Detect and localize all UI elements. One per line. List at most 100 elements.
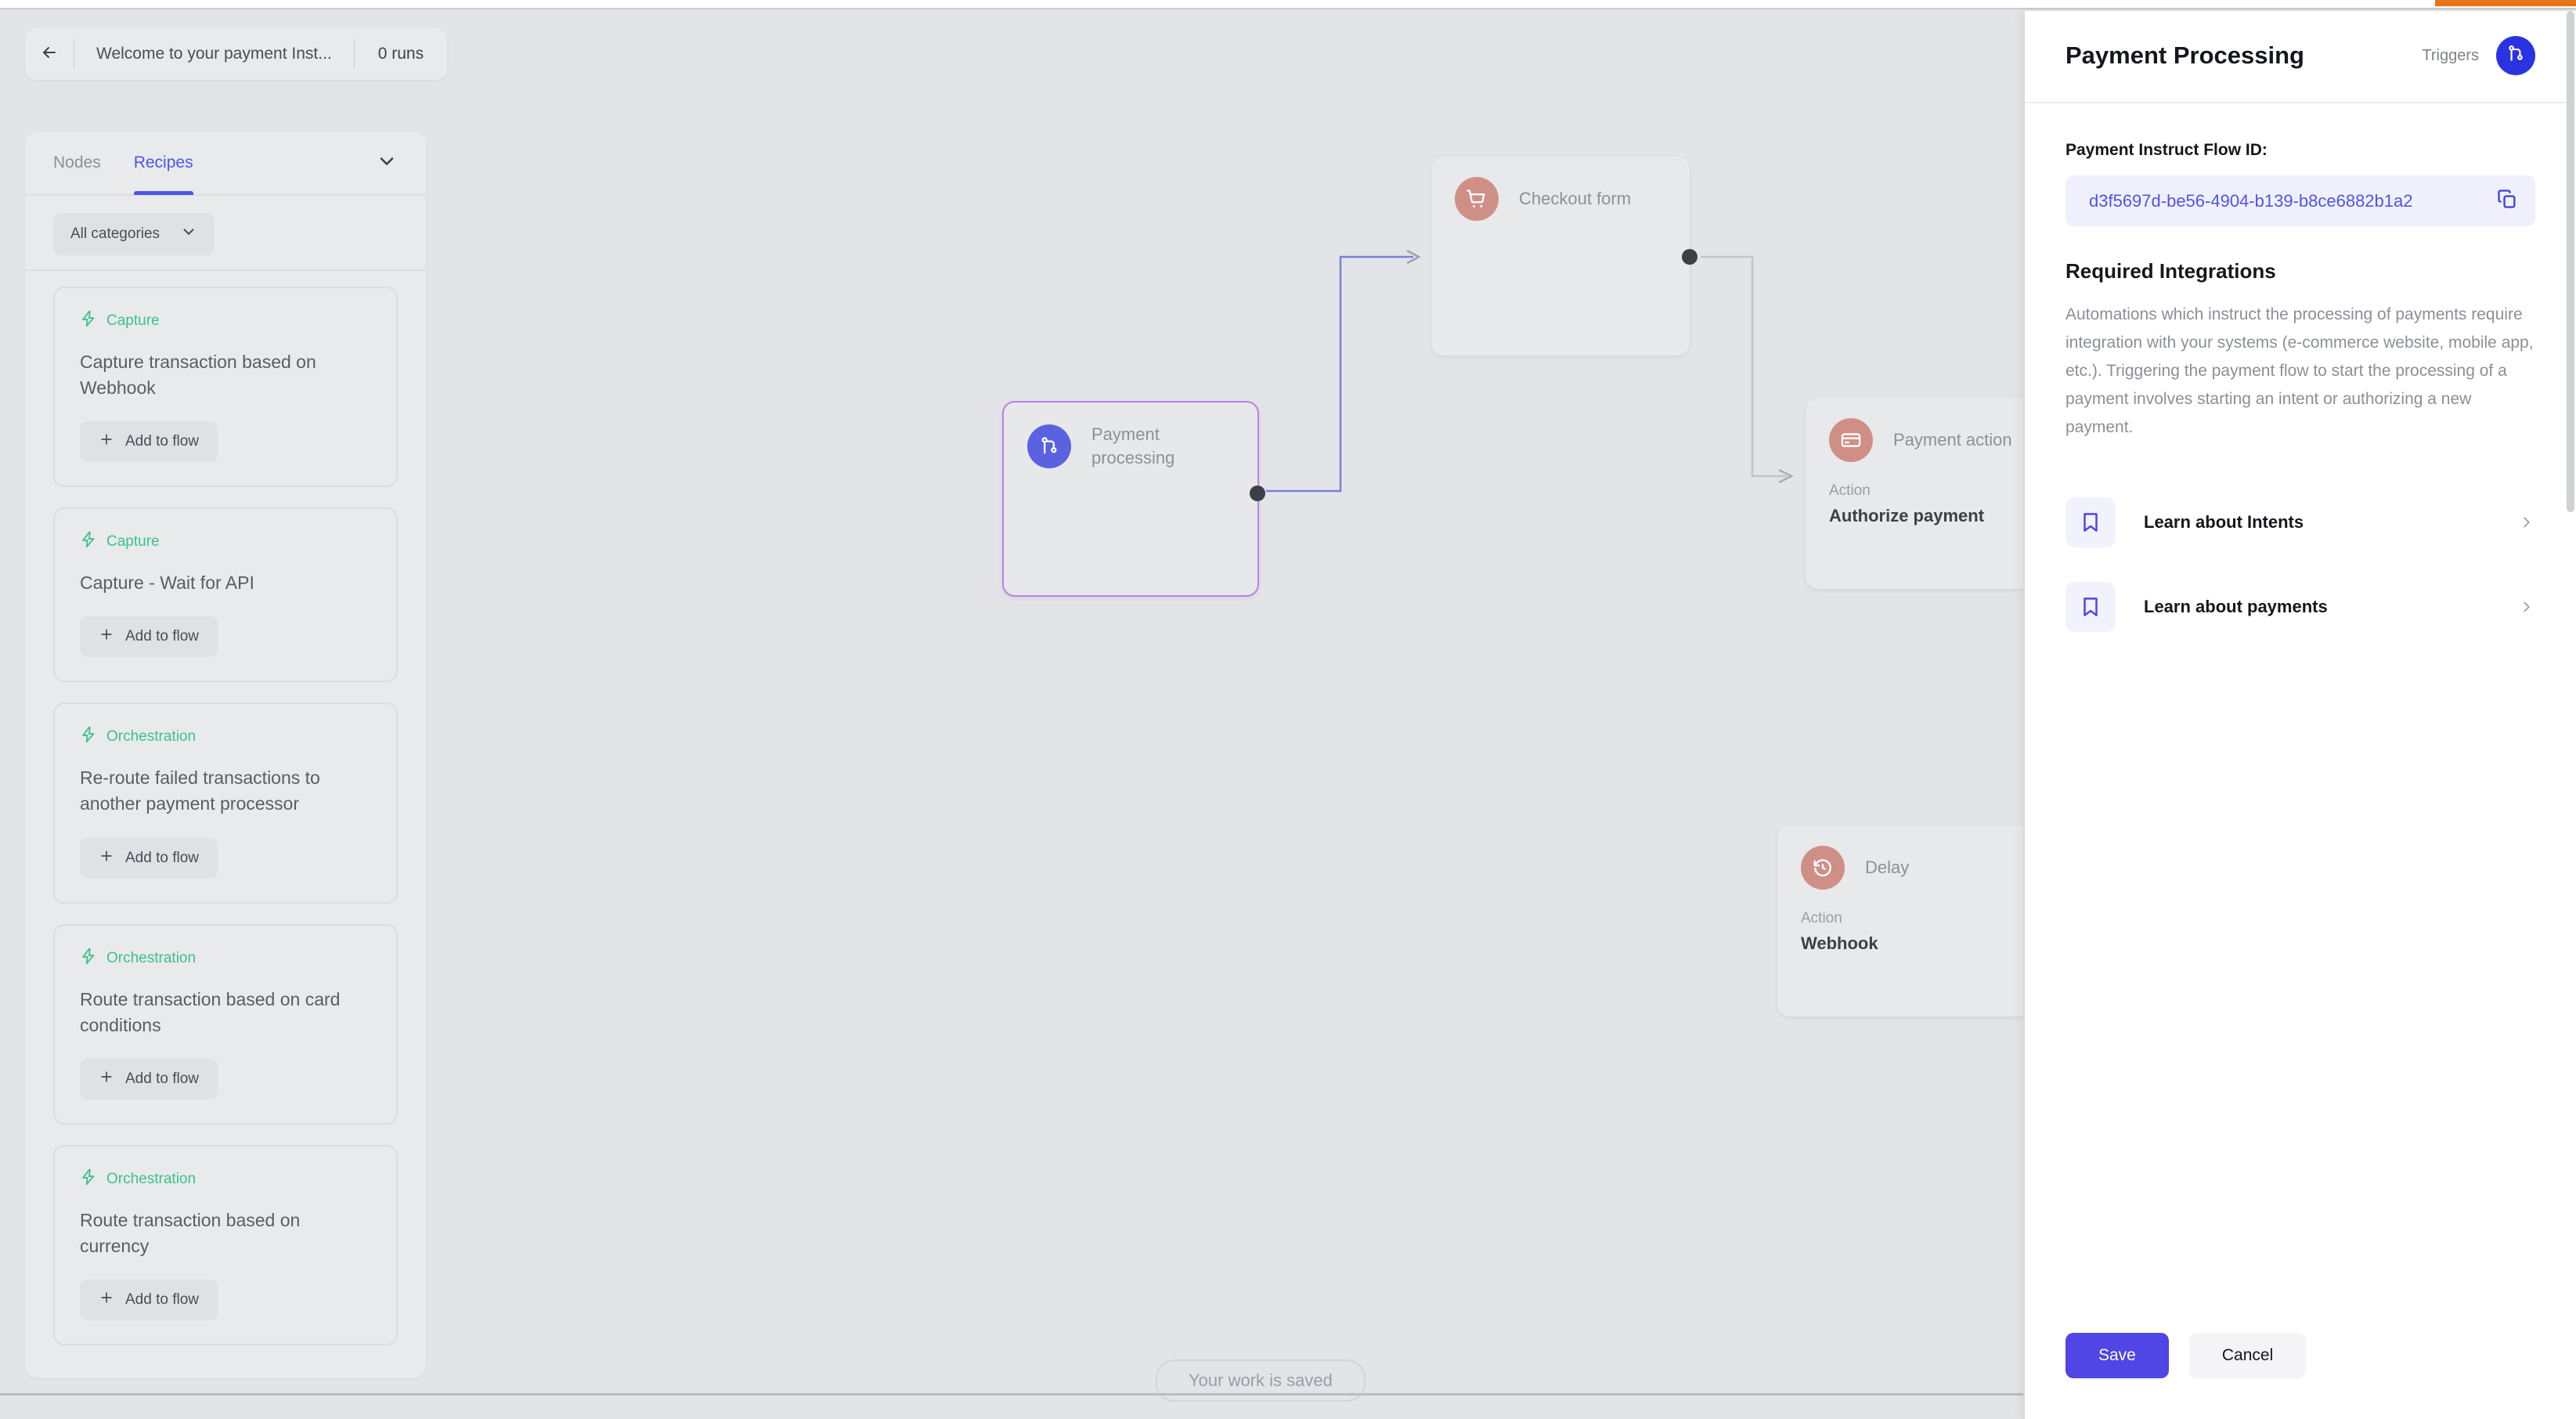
add-to-flow-button[interactable]: Add to flow bbox=[80, 837, 218, 879]
tab-nodes[interactable]: Nodes bbox=[53, 132, 101, 195]
recipe-title: Route transaction based on currency bbox=[80, 1209, 301, 1256]
plus-icon bbox=[99, 1069, 114, 1089]
app-root: Checkout form Payment processing Payment… bbox=[0, 0, 2576, 1419]
node-header: Delay bbox=[1777, 825, 2036, 890]
list-item[interactable]: Capture Capture transaction based on Web… bbox=[53, 287, 398, 488]
triggers-label[interactable]: Triggers bbox=[2422, 47, 2479, 65]
recipe-category: Orchestration bbox=[80, 1168, 371, 1190]
flow-id-field[interactable]: d3f5697d-be56-4904-b139-b8ce6882b1a2 bbox=[2065, 175, 2535, 226]
recipe-title: Capture transaction based on Webhook bbox=[80, 352, 316, 399]
flow-runs-count[interactable]: 0 runs bbox=[355, 28, 447, 80]
add-to-flow-button[interactable]: Add to flow bbox=[80, 1279, 218, 1320]
list-item[interactable]: Orchestration Re-route failed transactio… bbox=[53, 702, 398, 904]
node-delay[interactable]: Delay Action Webhook bbox=[1777, 825, 2036, 1016]
bookmark-icon bbox=[2065, 496, 2116, 547]
chevron-down-icon bbox=[376, 150, 398, 176]
flow-id-label: Payment Instruct Flow ID: bbox=[2065, 141, 2268, 159]
lightning-bolt-icon bbox=[80, 726, 97, 748]
category-filter-row: All categories bbox=[25, 196, 426, 269]
collapse-panel-button[interactable] bbox=[376, 150, 398, 176]
section-title: Required Integrations bbox=[2065, 259, 2276, 283]
recipe-category: Orchestration bbox=[80, 726, 371, 748]
side-panel-footer: Save Cancel bbox=[2025, 1333, 2576, 1419]
add-to-flow-label: Add to flow bbox=[125, 628, 199, 645]
lightning-bolt-icon bbox=[80, 531, 97, 553]
learn-item-label: Learn about payments bbox=[2144, 596, 2328, 616]
plus-icon bbox=[99, 626, 114, 647]
add-to-flow-label: Add to flow bbox=[125, 433, 199, 450]
node-label: Delay bbox=[1865, 858, 1910, 878]
add-to-flow-button[interactable]: Add to flow bbox=[80, 421, 218, 463]
flow-title-bar: Welcome to your payment Inst... 0 runs bbox=[25, 28, 448, 80]
side-panel-body: Payment Instruct Flow ID: d3f5697d-be56-… bbox=[2025, 103, 2576, 1333]
learn-about-payments-link[interactable]: Learn about payments bbox=[2065, 565, 2535, 649]
git-branch-icon bbox=[2506, 44, 2526, 68]
list-item[interactable]: Orchestration Route transaction based on… bbox=[53, 1144, 398, 1345]
save-button[interactable]: Save bbox=[2065, 1333, 2169, 1378]
add-to-flow-button[interactable]: Add to flow bbox=[80, 1058, 218, 1099]
node-label: Payment action bbox=[1893, 430, 2012, 450]
side-panel-scrollbar[interactable] bbox=[2567, 11, 2574, 1419]
node-header: Payment processing bbox=[1004, 403, 1257, 469]
recipe-category-label: Orchestration bbox=[106, 1170, 197, 1187]
learn-item-label: Learn about Intents bbox=[2144, 511, 2304, 532]
lightning-bolt-icon bbox=[80, 1168, 97, 1190]
plus-icon bbox=[99, 431, 114, 452]
recipe-category: Capture bbox=[80, 310, 371, 332]
shopping-cart-icon bbox=[1455, 177, 1499, 221]
add-to-flow-label: Add to flow bbox=[125, 1070, 199, 1087]
back-button[interactable] bbox=[25, 28, 74, 80]
scrollbar-thumb[interactable] bbox=[2567, 11, 2574, 512]
node-field-value: Webhook bbox=[1801, 933, 1878, 953]
node-field-label: Action bbox=[1829, 482, 1871, 499]
list-item[interactable]: Orchestration Route transaction based on… bbox=[53, 923, 398, 1125]
edge-payment-to-checkout bbox=[1266, 255, 1413, 493]
add-to-flow-label: Add to flow bbox=[125, 1291, 199, 1308]
add-to-flow-button[interactable]: Add to flow bbox=[80, 616, 218, 658]
node-body: Action Webhook bbox=[1777, 890, 2036, 954]
edge-checkout-to-action bbox=[1701, 255, 1787, 478]
recipe-category: Capture bbox=[80, 531, 371, 553]
section-description: Automations which instruct the processin… bbox=[2065, 305, 2534, 437]
credit-card-icon bbox=[1829, 418, 1873, 462]
panel-tabs: Nodes Recipes bbox=[25, 132, 426, 196]
tab-recipes[interactable]: Recipes bbox=[133, 132, 193, 195]
node-output-port[interactable] bbox=[1250, 486, 1265, 501]
flow-id-value: d3f5697d-be56-4904-b139-b8ce6882b1a2 bbox=[2089, 190, 2413, 211]
page-title: Payment Processing bbox=[2065, 42, 2304, 69]
cancel-button[interactable]: Cancel bbox=[2188, 1333, 2307, 1378]
category-filter-value: All categories bbox=[70, 226, 161, 242]
side-panel-header: Payment Processing Triggers bbox=[2025, 11, 2576, 103]
triggers-badge-button[interactable] bbox=[2496, 36, 2535, 75]
edge-arrow-action bbox=[1778, 468, 1794, 484]
category-filter-select[interactable]: All categories bbox=[53, 213, 215, 255]
side-panel-header-actions: Triggers bbox=[2422, 36, 2535, 75]
lightning-bolt-icon bbox=[80, 948, 97, 969]
edge-arrow-checkout bbox=[1406, 249, 1421, 265]
node-header: Checkout form bbox=[1431, 157, 1690, 221]
list-item[interactable]: Capture Capture - Wait for API Add to fl… bbox=[53, 507, 398, 683]
node-label: Checkout form bbox=[1519, 189, 1632, 209]
recipe-title: Re-route failed transactions to another … bbox=[80, 767, 320, 814]
node-payment-processing[interactable]: Payment processing bbox=[1002, 401, 1265, 597]
copy-button[interactable] bbox=[2496, 188, 2518, 214]
recipes-list[interactable]: Capture Capture transaction based on Web… bbox=[25, 269, 426, 1378]
recipe-category-label: Orchestration bbox=[106, 728, 197, 746]
browser-tab-left[interactable] bbox=[1010, 0, 1511, 5]
recipe-category: Orchestration bbox=[80, 948, 371, 969]
node-output-port[interactable] bbox=[1682, 249, 1697, 265]
flow-title[interactable]: Welcome to your payment Inst... bbox=[74, 28, 354, 80]
chevron-right-icon bbox=[2518, 598, 2535, 616]
nodes-recipes-panel: Nodes Recipes All categories Capture Cap… bbox=[25, 132, 426, 1378]
clock-rewind-icon bbox=[1801, 846, 1845, 890]
recipe-category-label: Orchestration bbox=[106, 949, 197, 966]
browser-chrome-strip bbox=[0, 0, 2576, 9]
node-field-value: Authorize payment bbox=[1829, 506, 1985, 525]
node-label: Payment processing bbox=[1091, 424, 1175, 468]
learn-about-intents-link[interactable]: Learn about Intents bbox=[2065, 480, 2535, 565]
node-field-label: Action bbox=[1801, 910, 1842, 926]
node-checkout-form[interactable]: Checkout form bbox=[1431, 157, 1697, 356]
arrow-left-icon bbox=[40, 43, 59, 66]
chevron-down-icon bbox=[180, 223, 197, 245]
browser-tab-orange[interactable] bbox=[2435, 0, 2576, 6]
